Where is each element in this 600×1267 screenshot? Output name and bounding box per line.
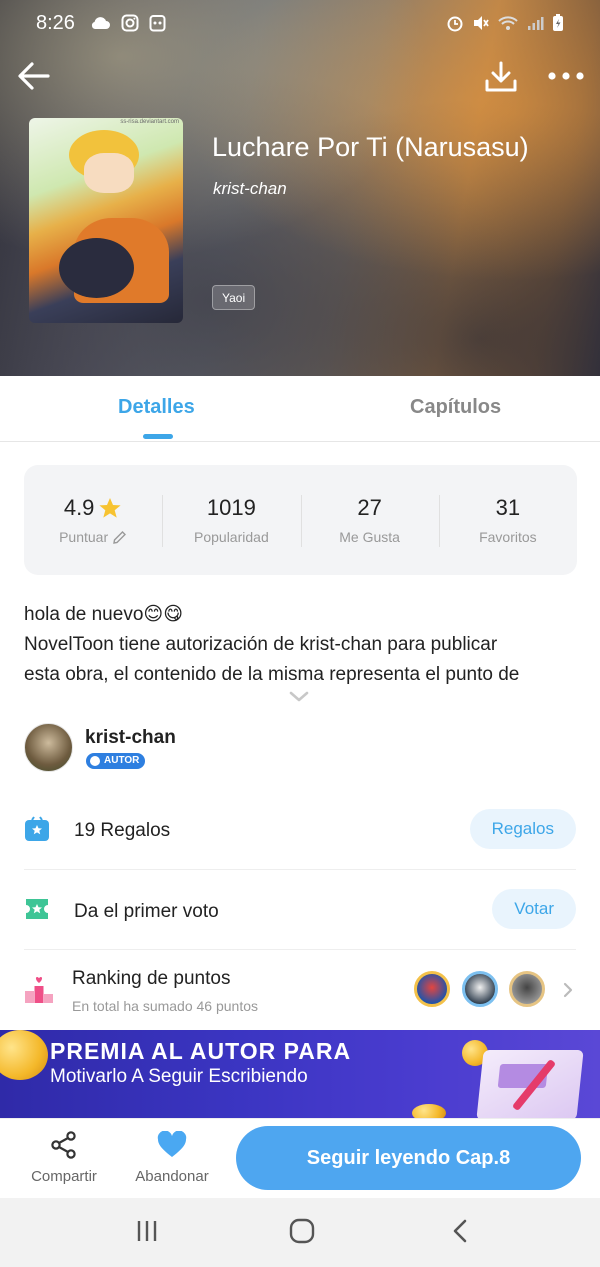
stat-popularity-label: Popularidad: [194, 529, 269, 545]
author-badge: AUTOR: [86, 753, 146, 769]
gifts-button[interactable]: Regalos: [469, 809, 576, 849]
instagram-icon: [121, 14, 139, 32]
ranking-title: Ranking de puntos: [72, 968, 231, 989]
system-nav-bar: [0, 1198, 600, 1267]
battery-icon: [553, 14, 563, 31]
cover-art-face: [84, 153, 134, 193]
wifi-icon: [498, 16, 518, 30]
ranking-subtitle: En total ha sumado 46 puntos: [72, 998, 259, 1014]
star-icon: [99, 498, 122, 518]
stat-favorites-value: 31: [495, 495, 521, 520]
vote-label: Da el primer voto: [74, 901, 219, 922]
stat-favorites-label: Favoritos: [479, 529, 537, 545]
tab-indicator: [143, 434, 173, 439]
status-bar: 8:26: [0, 0, 600, 46]
vote-row: Da el primer voto Votar: [24, 889, 576, 931]
continue-reading-button[interactable]: Seguir leyendo Cap.8: [236, 1126, 581, 1190]
stat-popularity-value: 1019: [206, 495, 256, 520]
signal-icon: [528, 17, 544, 30]
genre-tag[interactable]: Yaoi: [212, 285, 256, 310]
gift-icon: [25, 816, 49, 841]
abandon-button[interactable]: Abandonar: [127, 1130, 217, 1185]
chevron-right-icon: [563, 982, 573, 998]
tab-chapters[interactable]: Capítulos: [410, 396, 501, 419]
mute-icon: [474, 16, 489, 30]
cloud-icon: [91, 17, 110, 29]
app-icon: [149, 15, 166, 32]
description-line: esta obra, el contenido de la misma repr…: [24, 664, 520, 685]
edit-icon: [113, 530, 127, 544]
divider: [24, 949, 576, 950]
back-button[interactable]: [16, 58, 52, 94]
download-button[interactable]: [484, 60, 518, 94]
ranking-avatar-1: [414, 971, 450, 1007]
book-author[interactable]: krist-chan: [213, 179, 287, 199]
status-time: 8:26: [36, 11, 75, 34]
share-label: Compartir: [31, 1168, 97, 1185]
book-description[interactable]: hola de nuevo😊😋 NovelToon tiene autoriza…: [24, 600, 576, 690]
stat-favorites: 31 Favoritos: [438, 465, 577, 575]
stat-likes-value: 27: [357, 495, 382, 520]
gifts-row: 19 Regalos Regalos: [24, 808, 576, 850]
podium-icon: [25, 976, 53, 1003]
stat-likes: 27 Me Gusta: [300, 465, 439, 575]
description-line: NovelToon tiene autorización de krist-ch…: [24, 634, 498, 655]
banner-title: PREMIA AL AUTOR PARA: [50, 1038, 352, 1064]
stat-rating-value: 4.9: [63, 495, 95, 520]
ticket-icon: [26, 899, 48, 919]
cover-watermark: ss-risa.deviantart.com: [120, 119, 179, 125]
ranking-avatar-3: [509, 971, 545, 1007]
recent-apps-icon[interactable]: [134, 1218, 160, 1244]
gifts-count: 19: [74, 820, 96, 841]
expand-chevron-icon[interactable]: [288, 690, 310, 704]
laptop-illustration: [476, 1050, 584, 1120]
tab-bar: Detalles Capítulos: [0, 376, 600, 442]
share-button[interactable]: Compartir: [19, 1131, 109, 1185]
back-nav-icon[interactable]: [448, 1218, 474, 1244]
tab-details[interactable]: Detalles: [118, 396, 195, 419]
description-line: hola de nuevo😊😋: [24, 604, 183, 625]
vote-button[interactable]: Votar: [492, 889, 576, 929]
book-cover[interactable]: ss-risa.deviantart.com: [29, 118, 183, 323]
stat-likes-label: Me Gusta: [339, 529, 400, 545]
stat-rating[interactable]: 4.9 Puntuar: [24, 465, 162, 575]
gifts-text: Regalos: [100, 820, 171, 841]
author-avatar[interactable]: [24, 723, 73, 772]
ranking-avatar-2: [462, 971, 498, 1007]
cover-art-hair: [59, 238, 134, 298]
banner-subtitle: Motivarlo A Seguir Escribiendo: [50, 1066, 308, 1087]
divider: [24, 869, 576, 870]
more-options-button[interactable]: [546, 66, 586, 86]
abandon-label: Abandonar: [135, 1168, 209, 1185]
stat-rating-label: Puntuar: [59, 529, 109, 545]
heart-icon: [157, 1130, 187, 1157]
gifts-label: 19 Regalos: [74, 820, 170, 842]
stats-card: 4.9 Puntuar 1019 Popularidad 27 Me Gusta…: [24, 465, 577, 575]
stat-popularity: 1019 Popularidad: [162, 465, 300, 575]
author-name[interactable]: krist-chan: [85, 727, 176, 749]
home-icon[interactable]: [289, 1218, 315, 1244]
book-title: Luchare Por Ti (Narusasu): [212, 132, 529, 162]
share-icon: [51, 1131, 76, 1159]
alarm-icon: [447, 16, 463, 32]
